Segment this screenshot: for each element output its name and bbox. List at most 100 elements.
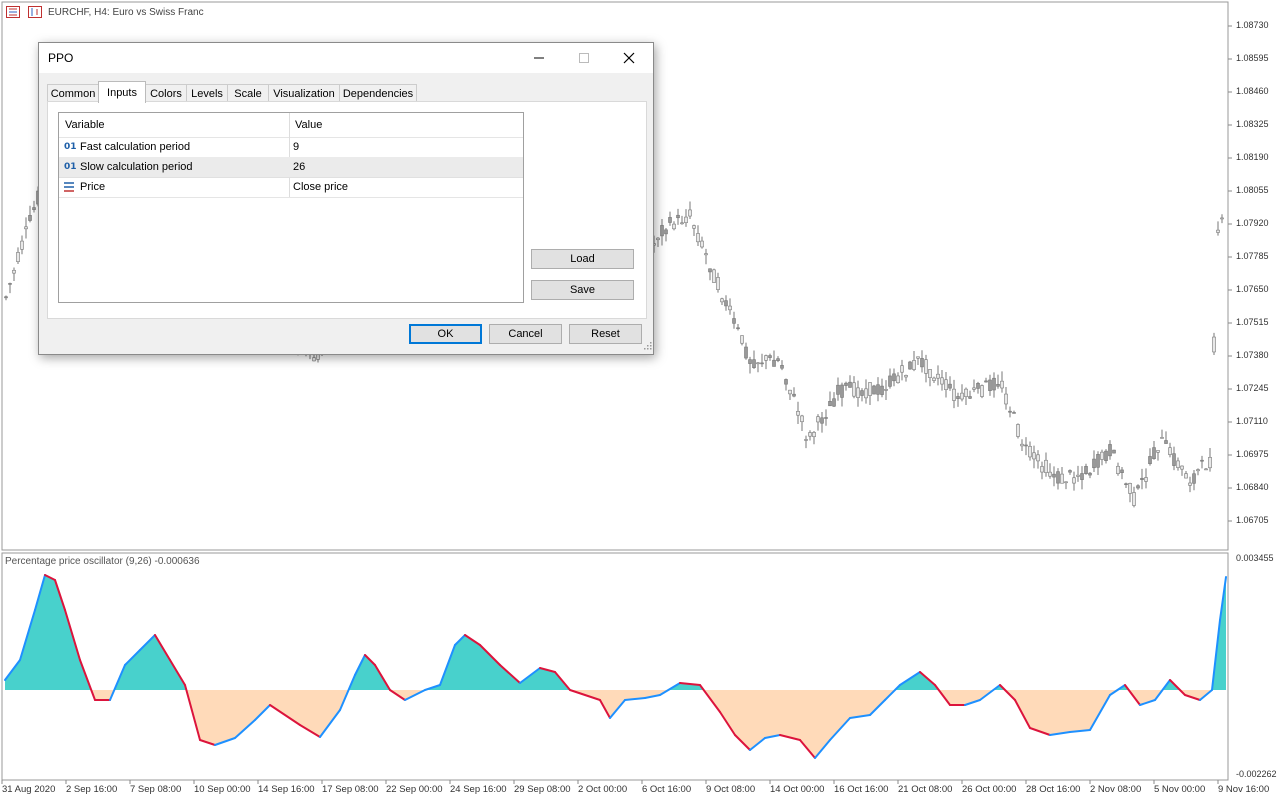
candle-body bbox=[312, 357, 316, 362]
price-axis-label: 1.07920 bbox=[1236, 218, 1269, 228]
cancel-button[interactable]: Cancel bbox=[489, 324, 562, 344]
candle-body bbox=[1164, 440, 1168, 444]
candle-body bbox=[848, 381, 852, 388]
candle-body bbox=[1080, 473, 1084, 480]
price-axis-label: 1.08055 bbox=[1236, 185, 1269, 195]
candle-body bbox=[1012, 412, 1016, 414]
candle-body bbox=[768, 355, 772, 358]
candle-body bbox=[1160, 437, 1164, 439]
candle-body bbox=[1208, 457, 1212, 469]
price-axis-label: 1.08190 bbox=[1236, 152, 1269, 162]
candle-body bbox=[856, 387, 860, 398]
candle-body bbox=[1020, 443, 1024, 447]
candle-body bbox=[1088, 472, 1092, 476]
candle-body bbox=[872, 385, 876, 395]
candle-body bbox=[1212, 336, 1216, 353]
candle-body bbox=[1180, 465, 1184, 470]
time-axis-label: 2 Sep 16:00 bbox=[66, 784, 118, 795]
candle-body bbox=[1060, 473, 1064, 484]
ok-button[interactable]: OK bbox=[409, 324, 482, 344]
candle-body bbox=[1024, 444, 1028, 447]
chart-bars-icon[interactable] bbox=[6, 6, 20, 18]
candle-body bbox=[1196, 469, 1200, 472]
candle-body bbox=[968, 396, 972, 399]
candle-body bbox=[676, 214, 680, 219]
chart-window-icon[interactable] bbox=[28, 6, 42, 18]
candle-body bbox=[764, 355, 768, 361]
price-axis-label: 1.08730 bbox=[1236, 20, 1269, 30]
candle-body bbox=[888, 375, 892, 387]
candle-body bbox=[28, 215, 32, 221]
candle-body bbox=[1148, 456, 1152, 465]
candle-body bbox=[884, 389, 888, 391]
minimize-button[interactable] bbox=[516, 43, 562, 73]
candle-body bbox=[836, 384, 840, 395]
reset-button[interactable]: Reset bbox=[569, 324, 642, 344]
candle-body bbox=[788, 389, 792, 395]
load-button[interactable]: Load bbox=[531, 249, 634, 269]
time-axis-label: 17 Sep 08:00 bbox=[322, 784, 379, 795]
time-axis-label: 2 Nov 08:00 bbox=[1090, 784, 1142, 795]
resize-grip-icon[interactable] bbox=[644, 341, 652, 353]
price-axis-label: 1.07650 bbox=[1236, 284, 1269, 294]
candle-body bbox=[1000, 380, 1004, 389]
candle-body bbox=[1136, 485, 1140, 489]
candle-body bbox=[1124, 483, 1128, 486]
candle-body bbox=[1112, 449, 1116, 454]
candle-body bbox=[1156, 450, 1160, 453]
candle-body bbox=[772, 359, 776, 367]
dialog-titlebar[interactable]: PPO bbox=[39, 43, 653, 73]
candle-body bbox=[1172, 453, 1176, 466]
price-axis-label: 1.07515 bbox=[1236, 317, 1269, 327]
price-axis-label: 1.08595 bbox=[1236, 53, 1269, 63]
candle-body bbox=[712, 269, 716, 283]
candle-body bbox=[656, 237, 660, 241]
candle-body bbox=[8, 283, 12, 285]
candle-body bbox=[20, 240, 24, 250]
candle-body bbox=[816, 416, 820, 423]
header-variable: Variable bbox=[65, 119, 105, 131]
time-axis-label: 29 Sep 08:00 bbox=[514, 784, 571, 795]
close-button[interactable] bbox=[606, 43, 652, 73]
candle-body bbox=[852, 382, 856, 397]
candle-body bbox=[1108, 444, 1112, 457]
candle-body bbox=[736, 327, 740, 330]
time-axis-label: 14 Sep 16:00 bbox=[258, 784, 315, 795]
candle-body bbox=[1204, 468, 1208, 471]
ppo-properties-dialog: PPO Common Inputs Colors Levels Scale Vi… bbox=[38, 42, 654, 355]
candle-body bbox=[1016, 424, 1020, 437]
candle-body bbox=[748, 359, 752, 364]
grid-row[interactable]: 01 Fast calculation period 9 bbox=[59, 137, 523, 158]
dialog-title: PPO bbox=[48, 51, 74, 65]
candle-body bbox=[4, 296, 8, 299]
time-axis-label: 10 Sep 00:00 bbox=[194, 784, 251, 795]
inputs-panel: Variable Value 01 Fast calculation perio… bbox=[47, 101, 647, 319]
price-axis-label: 1.06975 bbox=[1236, 449, 1269, 459]
candle-body bbox=[984, 380, 988, 383]
minimize-icon bbox=[534, 57, 544, 59]
candle-body bbox=[904, 375, 908, 378]
candle-body bbox=[1072, 477, 1076, 484]
save-button[interactable]: Save bbox=[531, 280, 634, 300]
candle-body bbox=[992, 377, 996, 391]
fast-period-value[interactable]: 9 bbox=[293, 137, 299, 157]
candle-body bbox=[1184, 473, 1188, 479]
grid-header: Variable Value bbox=[59, 115, 523, 135]
candle-body bbox=[864, 388, 868, 399]
candle-body bbox=[24, 226, 28, 230]
candle-body bbox=[980, 385, 984, 397]
tab-inputs[interactable]: Inputs bbox=[98, 81, 146, 103]
candle-body bbox=[1144, 477, 1148, 482]
candle-body bbox=[900, 365, 904, 373]
candle-body bbox=[804, 439, 808, 441]
grid-row[interactable]: 01 Slow calculation period 26 bbox=[59, 157, 523, 178]
indicator-frame bbox=[1, 552, 1229, 781]
candle-body bbox=[860, 390, 864, 396]
time-axis-label: 9 Oct 08:00 bbox=[706, 784, 756, 795]
grid-row[interactable]: Price Close price bbox=[59, 177, 523, 198]
header-value: Value bbox=[295, 119, 323, 131]
candle-body bbox=[936, 373, 940, 379]
slow-period-value[interactable]: 26 bbox=[293, 157, 305, 177]
candle-body bbox=[1220, 217, 1224, 220]
price-value[interactable]: Close price bbox=[293, 177, 348, 197]
